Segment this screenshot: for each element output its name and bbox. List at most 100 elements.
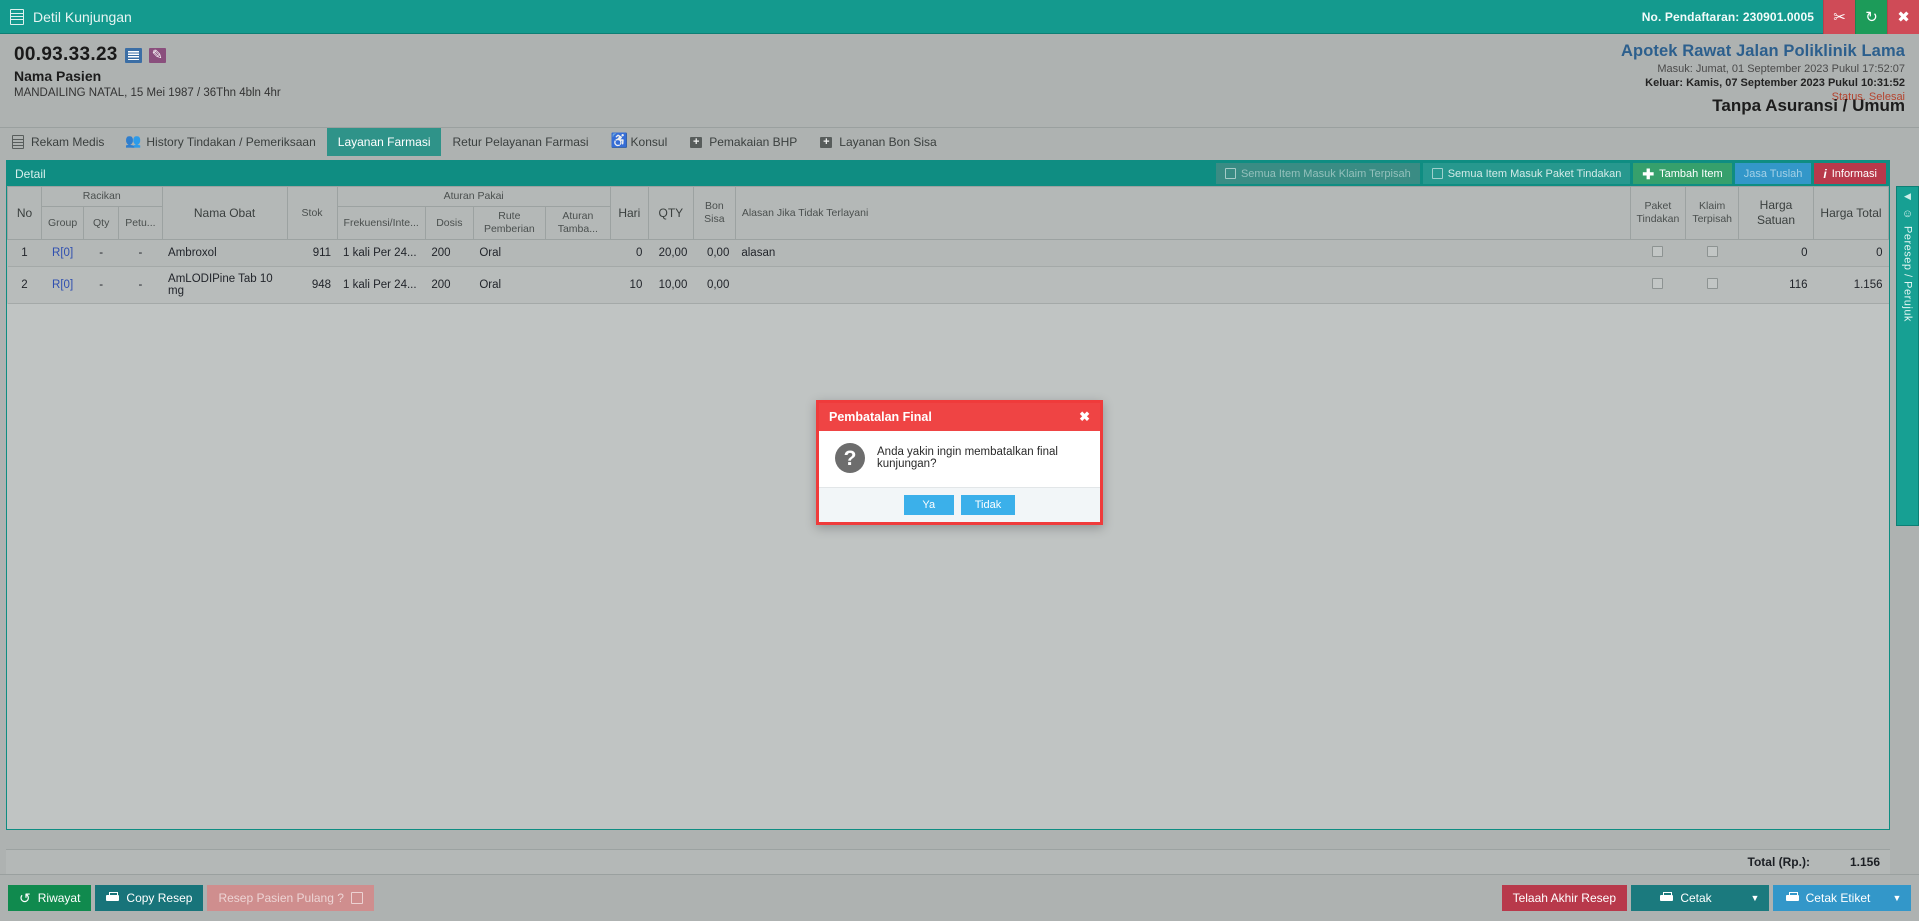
action-label: Jasa Tuslah bbox=[1743, 167, 1803, 180]
insurance-type: Tanpa Asuransi / Umum bbox=[1712, 96, 1905, 115]
cell-klaim-terpisah[interactable] bbox=[1685, 266, 1739, 305]
printer-icon bbox=[106, 892, 120, 904]
side-tab-label: Peresep / Perujuk bbox=[1901, 226, 1914, 322]
th-harga-total: Harga Total bbox=[1813, 185, 1889, 241]
checkbox-icon bbox=[1224, 168, 1236, 179]
cell-rute: Oral bbox=[473, 266, 546, 305]
cell-qty-racikan: - bbox=[83, 239, 119, 268]
tab-label: Layanan Farmasi bbox=[337, 135, 431, 149]
button-label: Riwayat bbox=[37, 891, 81, 905]
window-titlebar: Detil Kunjungan No. Pendaftaran: 230901.… bbox=[0, 0, 1919, 34]
cell-paket-tindakan[interactable] bbox=[1630, 239, 1686, 268]
telaah-akhir-resep-button[interactable]: Telaah Akhir Resep bbox=[1501, 885, 1627, 911]
patient-edit-icon[interactable] bbox=[148, 45, 166, 64]
tab-konsul[interactable]: Konsul bbox=[600, 128, 679, 156]
cetak-button[interactable]: Cetak bbox=[1631, 885, 1741, 911]
cetak-split-button[interactable]: Cetak ▼ bbox=[1631, 885, 1769, 911]
cell-frekuensi: 1 kali Per 24... bbox=[337, 239, 426, 268]
patient-list-icon[interactable] bbox=[124, 47, 142, 63]
semua-item-paket-tindakan-button[interactable]: Semua Item Masuk Paket Tindakan bbox=[1422, 163, 1631, 184]
cetak-etiket-dropdown-caret-icon[interactable]: ▼ bbox=[1883, 885, 1911, 911]
tab-layanan-bon-sisa[interactable]: Layanan Bon Sisa bbox=[808, 128, 947, 156]
cetak-dropdown-caret-icon[interactable]: ▼ bbox=[1741, 885, 1769, 911]
th-dosis: Dosis bbox=[424, 206, 474, 241]
cell-qty: 20,00 bbox=[648, 239, 694, 268]
tambah-item-button[interactable]: ✚ Tambah Item bbox=[1633, 163, 1732, 184]
informasi-button[interactable]: i Informasi bbox=[1814, 163, 1886, 184]
cell-klaim-terpisah[interactable] bbox=[1685, 239, 1739, 268]
button-label: Cetak Etiket bbox=[1805, 891, 1871, 905]
tab-label: Retur Pelayanan Farmasi bbox=[452, 135, 589, 149]
th-qty-racikan: Qty bbox=[83, 206, 120, 241]
tab-retur-pelayanan-farmasi[interactable]: Retur Pelayanan Farmasi bbox=[441, 128, 599, 156]
th-aturan-pakai: Aturan Pakai bbox=[336, 185, 611, 208]
dialog-no-button[interactable]: Tidak bbox=[960, 495, 1016, 515]
copy-resep-button[interactable]: Copy Resep bbox=[95, 885, 204, 911]
tab-label: Konsul bbox=[630, 135, 668, 149]
cell-petu: - bbox=[118, 239, 163, 268]
scissors-button[interactable]: ✂ bbox=[1823, 0, 1855, 34]
document-icon bbox=[11, 135, 25, 149]
jasa-tuslah-button[interactable]: Jasa Tuslah bbox=[1734, 163, 1812, 184]
th-hari: Hari bbox=[609, 185, 649, 241]
button-label: Telaah Akhir Resep bbox=[1512, 891, 1616, 905]
klaim-terpisah-checkbox[interactable] bbox=[1706, 278, 1718, 290]
cell-stok: 948 bbox=[287, 266, 338, 305]
close-icon[interactable]: ✖ bbox=[1079, 409, 1090, 425]
dialog-yes-button[interactable]: Ya bbox=[903, 495, 954, 515]
peresep-perujuk-side-tab[interactable]: ◀ ☺ Peresep / Perujuk bbox=[1896, 186, 1919, 526]
caret-left-icon[interactable]: ◀ bbox=[1904, 191, 1911, 202]
racikan-group-link[interactable]: R[0] bbox=[52, 247, 73, 259]
th-rute: Rute Pemberian bbox=[472, 206, 546, 241]
cetak-etiket-button[interactable]: Cetak Etiket bbox=[1773, 885, 1883, 911]
refresh-button[interactable]: ↻ bbox=[1855, 0, 1887, 34]
tab-label: Rekam Medis bbox=[31, 135, 105, 149]
cell-harga-satuan: 0 bbox=[1738, 239, 1814, 268]
close-window-button[interactable]: ✖ bbox=[1887, 0, 1919, 34]
racikan-group-link[interactable]: R[0] bbox=[52, 279, 73, 291]
th-harga-satuan: Harga Satuan bbox=[1738, 185, 1814, 241]
cell-qty-racikan: - bbox=[83, 266, 119, 305]
tab-pemakaian-bhp[interactable]: Pemakaian BHP bbox=[678, 128, 808, 156]
cell-harga-total: 1.156 bbox=[1813, 266, 1889, 305]
cell-paket-tindakan[interactable] bbox=[1630, 266, 1686, 305]
tab-label: Layanan Bon Sisa bbox=[839, 135, 937, 149]
tab-layanan-farmasi[interactable]: Layanan Farmasi bbox=[326, 128, 442, 156]
table-row[interactable]: 2 R[0] - - AmLODIPine Tab 10 mg 948 1 ka… bbox=[7, 266, 1889, 305]
cell-nama-obat: AmLODIPine Tab 10 mg bbox=[162, 266, 288, 305]
cell-bon-sisa: 0,00 bbox=[693, 266, 736, 305]
resep-pasien-pulang-button[interactable]: Resep Pasien Pulang ? bbox=[207, 885, 374, 911]
checkbox-icon[interactable] bbox=[350, 892, 363, 904]
people-icon bbox=[125, 133, 141, 149]
paket-tindakan-checkbox[interactable] bbox=[1652, 246, 1664, 258]
titlebar-right-group: No. Pendaftaran: 230901.0005 ✂ ↻ ✖ bbox=[1642, 0, 1919, 34]
footer-right-group: Telaah Akhir Resep Cetak ▼ Cetak Etiket … bbox=[1501, 885, 1911, 911]
riwayat-button[interactable]: Riwayat bbox=[8, 885, 92, 911]
th-nama-obat: Nama Obat bbox=[161, 185, 288, 241]
table-row[interactable]: 1 R[0] - - Ambroxol 911 1 kali Per 24...… bbox=[7, 239, 1889, 268]
cetak-etiket-split-button[interactable]: Cetak Etiket ▼ bbox=[1773, 885, 1911, 911]
footer-left-group: Riwayat Copy Resep Resep Pasien Pulang ? bbox=[8, 885, 374, 911]
klaim-terpisah-checkbox[interactable] bbox=[1706, 246, 1718, 258]
th-petu: Petu... bbox=[118, 206, 163, 241]
cell-alasan bbox=[735, 266, 1630, 305]
th-frekuensi: Frekuensi/Inte... bbox=[336, 206, 426, 241]
panel-title: Detail bbox=[15, 166, 46, 181]
th-alasan: Alasan Jika Tidak Terlayani bbox=[734, 185, 1631, 241]
cell-qty: 10,00 bbox=[648, 266, 694, 305]
titlebar-left-group: Detil Kunjungan bbox=[0, 8, 132, 25]
header-row-top: No Racikan Nama Obat Stok Aturan Pakai H… bbox=[7, 185, 1889, 241]
cell-bon-sisa: 0,00 bbox=[693, 239, 736, 268]
tab-rekam-medis[interactable]: Rekam Medis bbox=[0, 128, 115, 156]
cell-group[interactable]: R[0] bbox=[41, 239, 84, 268]
semua-item-klaim-terpisah-button[interactable]: Semua Item Masuk Klaim Terpisah bbox=[1215, 163, 1420, 184]
tab-history-tindakan[interactable]: History Tindakan / Pemeriksaan bbox=[115, 128, 326, 156]
doctor-icon: ☺ bbox=[1901, 208, 1914, 220]
paket-tindakan-checkbox[interactable] bbox=[1652, 278, 1664, 290]
cell-group[interactable]: R[0] bbox=[41, 266, 84, 305]
cell-petu: - bbox=[118, 266, 163, 305]
printer-icon bbox=[1660, 892, 1674, 904]
cell-harga-satuan: 116 bbox=[1738, 266, 1814, 305]
th-klaim-terpisah: Klaim Terpisah bbox=[1685, 185, 1739, 241]
medkit-icon bbox=[689, 134, 703, 150]
